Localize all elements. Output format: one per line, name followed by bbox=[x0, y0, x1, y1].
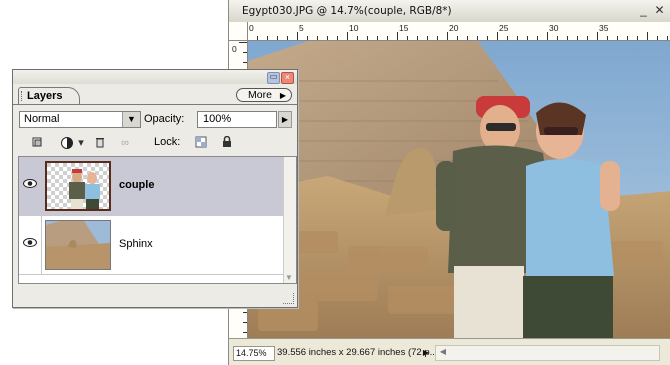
opacity-slider-button[interactable]: ▶ bbox=[278, 111, 292, 128]
palette-footer bbox=[13, 285, 297, 307]
layer-name-couple[interactable]: couple bbox=[119, 179, 154, 191]
more-button-label: More bbox=[248, 89, 272, 101]
status-menu-button[interactable]: ▶ bbox=[421, 346, 431, 359]
lock-transparency-icon[interactable] bbox=[194, 136, 208, 150]
layer-list-scrollbar[interactable]: ▼ bbox=[283, 157, 296, 283]
opacity-field[interactable]: 100% bbox=[197, 111, 277, 128]
layers-palette: ▭ × Layers More ▶ Normal ▼ Opacity: 100%… bbox=[12, 69, 298, 308]
triangle-right-icon: ▶ bbox=[279, 91, 286, 100]
trash-icon[interactable] bbox=[93, 136, 107, 150]
more-button[interactable]: More ▶ bbox=[236, 88, 292, 102]
blend-mode-select[interactable]: Normal ▼ bbox=[19, 111, 141, 128]
layer-list: couple Sphinx ▼ bbox=[18, 156, 297, 284]
scroll-left-icon[interactable]: ◀ bbox=[437, 347, 449, 357]
ruler-label: 20 bbox=[449, 23, 459, 33]
minimize-button[interactable]: _ bbox=[637, 4, 650, 17]
eye-icon bbox=[23, 238, 37, 247]
visibility-toggle[interactable] bbox=[19, 216, 42, 274]
scroll-down-icon[interactable]: ▼ bbox=[285, 273, 293, 282]
opacity-label: Opacity: bbox=[144, 113, 185, 125]
eye-icon bbox=[23, 179, 37, 188]
layer-name-sphinx[interactable]: Sphinx bbox=[119, 238, 153, 250]
layer-thumbnail-couple[interactable] bbox=[45, 161, 111, 211]
palette-minimize-button[interactable]: ▭ bbox=[267, 72, 280, 84]
chevron-down-icon[interactable]: ▾ bbox=[74, 136, 88, 150]
visibility-toggle[interactable] bbox=[19, 157, 42, 215]
layer-thumbnail-sphinx[interactable] bbox=[45, 220, 111, 270]
document-title-bar[interactable]: Egypt030.JPG @ 14.7%(couple, RGB/8*) _ ✕ bbox=[229, 0, 670, 23]
layer-row-couple[interactable]: couple bbox=[19, 157, 284, 216]
palette-close-button[interactable]: × bbox=[281, 72, 294, 84]
tab-grip-icon bbox=[21, 91, 24, 101]
blend-mode-value: Normal bbox=[24, 113, 60, 125]
ruler-label: 15 bbox=[399, 23, 409, 33]
close-button[interactable]: ✕ bbox=[653, 4, 666, 17]
new-layer-icon[interactable] bbox=[30, 136, 44, 150]
opacity-value: 100% bbox=[203, 113, 232, 125]
horizontal-ruler[interactable]: 0 5 10 15 20 25 30 35 bbox=[247, 22, 670, 41]
ruler-label: 10 bbox=[349, 23, 359, 33]
ruler-label: 30 bbox=[549, 23, 559, 33]
lock-icon[interactable] bbox=[220, 135, 234, 150]
layer-row-sphinx[interactable]: Sphinx bbox=[19, 216, 284, 275]
tab-divider bbox=[13, 104, 297, 105]
ruler-label: 25 bbox=[499, 23, 509, 33]
ruler-label: 0 bbox=[249, 23, 254, 33]
ruler-label: 5 bbox=[299, 23, 304, 33]
adjustment-layer-icon[interactable] bbox=[60, 136, 74, 150]
ruler-label: 35 bbox=[599, 23, 609, 33]
palette-title-bar[interactable]: ▭ × bbox=[13, 70, 297, 84]
ruler-label: 0 bbox=[232, 44, 237, 54]
image-canvas[interactable] bbox=[248, 41, 670, 339]
tab-layers-label: Layers bbox=[27, 90, 63, 102]
tab-layers[interactable]: Layers bbox=[18, 87, 80, 104]
ruler-origin[interactable] bbox=[229, 22, 248, 41]
document-info: 39.556 inches x 29.667 inches (72 p... bbox=[277, 347, 438, 358]
zoom-field[interactable]: 14.75% bbox=[233, 346, 275, 361]
resize-grip-icon[interactable] bbox=[283, 293, 294, 304]
egypt-photo bbox=[248, 41, 670, 339]
link-icon[interactable]: ∞ bbox=[118, 136, 132, 150]
lock-label: Lock: bbox=[154, 136, 181, 148]
status-bar: 14.75% 39.556 inches x 29.667 inches (72… bbox=[229, 338, 670, 365]
document-title: Egypt030.JPG @ 14.7%(couple, RGB/8*) bbox=[242, 5, 452, 17]
chevron-down-icon[interactable]: ▼ bbox=[122, 112, 140, 127]
horizontal-scrollbar[interactable]: ◀ bbox=[435, 345, 660, 361]
